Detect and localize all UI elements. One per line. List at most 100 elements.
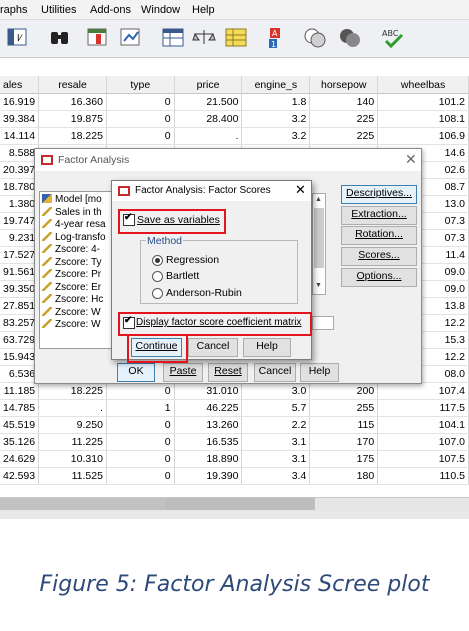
table-cell[interactable]: 225 <box>309 127 379 145</box>
goto-case-icon[interactable]: l⁄ <box>6 26 30 50</box>
table-cell[interactable]: 107.5 <box>377 450 469 468</box>
anderson-rubin-radio[interactable] <box>152 288 163 299</box>
table-cell[interactable]: 115 <box>309 416 379 434</box>
table-cell[interactable]: 2.2 <box>241 416 311 434</box>
select-cases-icon[interactable] <box>224 26 248 50</box>
table-cell[interactable]: 0 <box>106 382 175 400</box>
help-button[interactable]: Help <box>243 338 291 357</box>
column-header[interactable]: resale <box>38 76 107 94</box>
table-cell[interactable]: 17.527 <box>0 246 40 264</box>
close-icon[interactable]: ✕ <box>295 182 306 198</box>
table-cell[interactable]: 106.9 <box>377 127 469 145</box>
extraction-button[interactable]: Extraction... <box>341 206 417 225</box>
ok-button[interactable]: OK <box>117 363 155 382</box>
column-header[interactable]: ales <box>0 76 40 94</box>
table-cell[interactable]: 5.7 <box>241 399 311 417</box>
table-cell[interactable]: 0 <box>106 416 175 434</box>
table-cell[interactable]: 13.260 <box>174 416 243 434</box>
table-cell[interactable]: 14.114 <box>0 127 40 145</box>
table-cell[interactable]: 19.747 <box>0 212 40 230</box>
rotation-button[interactable]: Rotation... <box>341 226 417 245</box>
menu-utilities[interactable]: Utilities <box>41 4 76 16</box>
table-cell[interactable]: 1 <box>106 399 175 417</box>
close-icon[interactable]: ✕ <box>405 151 417 168</box>
menu-help[interactable]: Help <box>192 4 215 16</box>
table-cell[interactable]: 3.1 <box>241 450 311 468</box>
table-cell[interactable]: 31.010 <box>174 382 243 400</box>
table-cell[interactable]: 1.380 <box>0 195 40 213</box>
menu-window[interactable]: Window <box>141 4 180 16</box>
table-cell[interactable]: 45.519 <box>0 416 40 434</box>
table-cell[interactable]: 108.1 <box>377 110 469 128</box>
column-header[interactable]: engine_s <box>241 76 311 94</box>
table-cell[interactable]: 42.593 <box>0 467 40 485</box>
insert-cases-icon[interactable] <box>86 26 110 50</box>
table-cell[interactable]: 15.943 <box>0 348 40 366</box>
table-cell[interactable]: 16.535 <box>174 433 243 451</box>
table-cell[interactable]: 104.1 <box>377 416 469 434</box>
table-cell[interactable]: 11.225 <box>38 433 107 451</box>
table-cell[interactable]: 3.4 <box>241 467 311 485</box>
spell-check-icon[interactable]: ABC <box>381 26 405 50</box>
table-cell[interactable]: 200 <box>309 382 379 400</box>
table-cell[interactable]: 35.126 <box>0 433 40 451</box>
reset-button[interactable]: Reset <box>208 363 248 382</box>
table-cell[interactable]: 0 <box>106 93 175 111</box>
table-cell[interactable]: 3.1 <box>241 433 311 451</box>
table-cell[interactable]: 27.851 <box>0 297 40 315</box>
column-header[interactable]: horsepow <box>309 76 379 94</box>
table-cell[interactable]: 0 <box>106 110 175 128</box>
column-header[interactable]: wheelbas <box>377 76 469 94</box>
table-cell[interactable]: 110.5 <box>377 467 469 485</box>
table-cell[interactable]: 46.225 <box>174 399 243 417</box>
table-cell[interactable]: . <box>174 127 243 145</box>
split-file-icon[interactable] <box>161 26 185 50</box>
table-cell[interactable]: 140 <box>309 93 379 111</box>
cancel-button[interactable]: Cancel <box>188 338 238 357</box>
menu-addons[interactable]: Add-ons <box>90 4 131 16</box>
table-cell[interactable]: 19.390 <box>174 467 243 485</box>
table-cell[interactable]: 10.310 <box>38 450 107 468</box>
table-cell[interactable]: 14.785 <box>0 399 40 417</box>
scrollbar-thumb-secondary[interactable] <box>165 498 315 510</box>
table-cell[interactable]: 9.231 <box>0 229 40 247</box>
table-cell[interactable]: 9.250 <box>38 416 107 434</box>
table-cell[interactable]: 0 <box>106 450 175 468</box>
table-cell[interactable]: 18.225 <box>38 127 107 145</box>
table-cell[interactable]: 24.629 <box>0 450 40 468</box>
continue-button[interactable]: Continue <box>131 338 182 357</box>
table-cell[interactable]: 255 <box>309 399 379 417</box>
table-cell[interactable]: 225 <box>309 110 379 128</box>
table-cell[interactable]: 107.0 <box>377 433 469 451</box>
value-labels-icon[interactable]: A1 <box>266 26 290 50</box>
table-cell[interactable]: 16.360 <box>38 93 107 111</box>
table-cell[interactable]: 0 <box>106 127 175 145</box>
table-cell[interactable]: 3.0 <box>241 382 311 400</box>
table-cell[interactable]: 3.2 <box>241 127 311 145</box>
selection-variable-field[interactable] <box>312 316 334 330</box>
find-icon[interactable] <box>48 26 72 50</box>
table-cell[interactable]: 20.397 <box>0 161 40 179</box>
table-cell[interactable]: 83.257 <box>0 314 40 332</box>
table-cell[interactable]: 180 <box>309 467 379 485</box>
table-cell[interactable]: 28.400 <box>174 110 243 128</box>
column-header[interactable]: type <box>106 76 175 94</box>
table-cell[interactable]: . <box>38 399 107 417</box>
table-cell[interactable]: 63.729 <box>0 331 40 349</box>
table-cell[interactable]: 18.890 <box>174 450 243 468</box>
display-coefficient-matrix-checkbox[interactable]: ✔ <box>123 315 135 329</box>
weight-cases-icon[interactable] <box>192 26 216 50</box>
show-all-variables-icon[interactable] <box>338 26 362 50</box>
table-cell[interactable]: 0 <box>106 467 175 485</box>
table-cell[interactable]: 8.588 <box>0 144 40 162</box>
table-cell[interactable]: 117.5 <box>377 399 469 417</box>
table-cell[interactable]: 0 <box>106 433 175 451</box>
table-cell[interactable]: 6.536 <box>0 365 40 383</box>
column-header[interactable]: price <box>174 76 243 94</box>
use-sets-icon[interactable] <box>303 26 327 50</box>
table-cell[interactable]: 19.875 <box>38 110 107 128</box>
table-cell[interactable]: 175 <box>309 450 379 468</box>
options-button[interactable]: Options... <box>341 268 417 287</box>
insert-variable-icon[interactable] <box>119 26 143 50</box>
table-cell[interactable]: 107.4 <box>377 382 469 400</box>
